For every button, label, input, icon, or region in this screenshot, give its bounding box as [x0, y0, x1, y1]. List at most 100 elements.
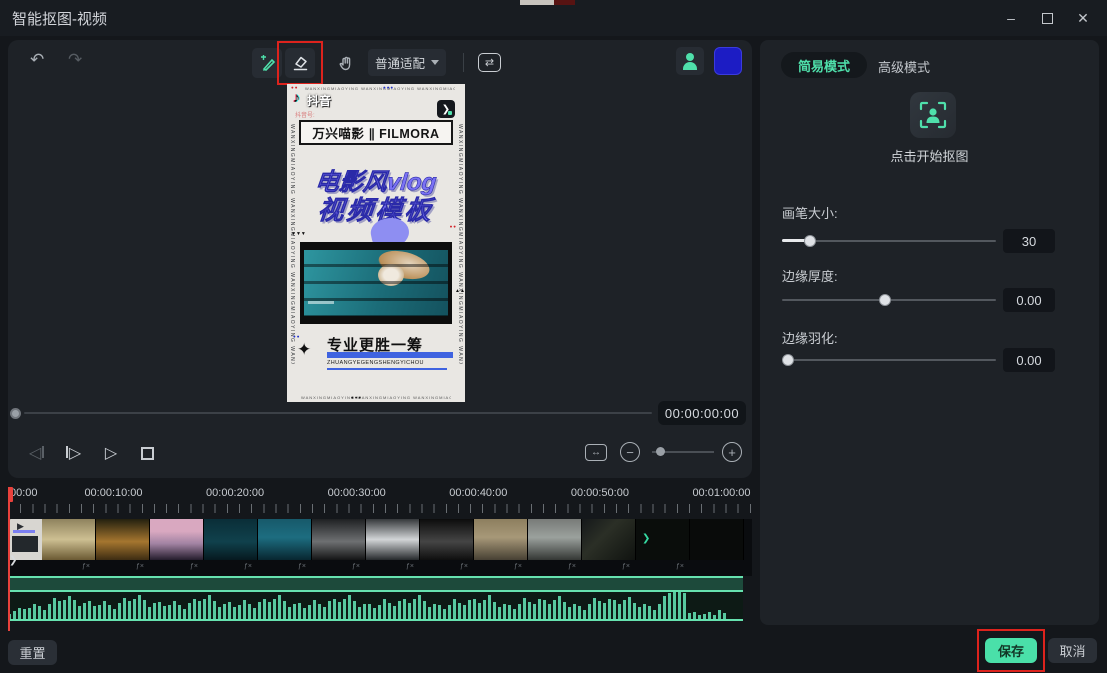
undo-icon[interactable]: ↶ [30, 50, 44, 70]
preview-panel: ↶ ↷ 普通适配 ⇄ WANXINGMIAOYING WANXINGMIAOYI… [8, 40, 752, 478]
next-frame-icon: ▷ [65, 443, 81, 463]
video-preview-canvas[interactable]: WANXINGMIAOYING WANXINGMIAOYING WANXINGM… [287, 84, 465, 402]
slogan-underline-thin [327, 368, 447, 370]
arrow-marks: ▼▼▼ [291, 231, 306, 237]
ruler-label: 00:00:30:00 [327, 487, 386, 499]
poster-video-frame [300, 242, 452, 324]
next-frame-button[interactable]: ▷ [60, 440, 86, 466]
maximize-button[interactable] [1035, 6, 1059, 30]
brush-size-slider[interactable] [782, 235, 996, 247]
background-window-artifact [520, 0, 554, 5]
tiktok-brand: 抖音 [307, 94, 332, 108]
edge-feather-value[interactable]: 0.00 [1003, 348, 1055, 372]
slider-handle[interactable] [782, 354, 794, 366]
previous-frame-button[interactable]: ◁ [24, 440, 50, 466]
fit-mode-label: 普通适配 [374, 57, 425, 71]
audio-waveform[interactable] [8, 592, 743, 621]
seek-handle[interactable] [10, 408, 21, 419]
poster-side-text-right: WANXINGMIAOYING WANXINGMIAOYING WANXINGM… [457, 124, 463, 364]
edge-thickness-slider[interactable] [782, 294, 996, 306]
fit-mode-dropdown[interactable]: 普通适配 [368, 49, 446, 76]
clip-thumbnail[interactable] [366, 519, 420, 560]
video-track[interactable]: ▶ ❯ ƒ× ƒ× ƒ× ƒ× ƒ× ƒ× ƒ× ƒ× ƒ× ƒ× ƒ× ƒ× ❯ [8, 519, 752, 576]
ruler-label: 00:00:20:00 [206, 487, 265, 499]
star-icon: ✦ [297, 340, 312, 359]
transition-marker: ƒ× [514, 563, 522, 570]
playhead[interactable] [8, 487, 10, 631]
tab-simple-mode[interactable]: 简易模式 [781, 52, 868, 78]
fit-icon: ↔ [591, 447, 601, 458]
start-cutout-label: 点击开始抠图 [890, 149, 969, 164]
window-title: 智能抠图-视频 [12, 11, 107, 28]
transition-marker: ƒ× [352, 563, 360, 570]
edge-thickness-label: 边缘厚度: [782, 269, 838, 284]
save-button[interactable]: 保存 [985, 638, 1037, 663]
slider-handle[interactable] [879, 294, 891, 306]
clip-thumbnail-poster[interactable]: ▶ [8, 519, 42, 560]
compare-button[interactable]: ⇄ [476, 49, 503, 76]
eraser-icon [293, 56, 308, 71]
clip-thumbnail[interactable] [312, 519, 366, 560]
tab-advanced-mode[interactable]: 高级模式 [878, 57, 930, 76]
zoom-slider-handle[interactable] [656, 447, 665, 456]
eraser-button[interactable] [285, 48, 315, 78]
clip-thumbnail[interactable] [204, 519, 258, 560]
hand-pan-button[interactable] [330, 48, 360, 78]
edge-feather-slider[interactable] [782, 354, 996, 366]
redo-icon[interactable]: ↷ [68, 50, 82, 70]
tiktok-note-icon: ♪ [293, 89, 300, 105]
transition-marker: ƒ× [190, 563, 198, 570]
background-color-swatch[interactable] [714, 47, 742, 75]
close-icon: ✕ [1077, 9, 1089, 26]
clip-thumbnail[interactable] [474, 519, 528, 560]
clip-thumbnail[interactable] [150, 519, 204, 560]
dot-decoration: ●● [449, 224, 457, 229]
clip-thumbnail[interactable]: ❯ [636, 519, 690, 560]
poster-slogan-pinyin: ZHUANGYEGENGSHENGYICHOU [327, 360, 424, 366]
brush-size-label: 画笔大小: [782, 206, 838, 221]
dot-decoration: ●● [293, 334, 301, 339]
arrow-marks: ▲▲▲ [455, 288, 465, 294]
tiktok-handle: 抖音号: [295, 113, 315, 119]
slider-handle[interactable] [804, 235, 816, 247]
poster-side-text-left: WANXINGMIAOYING WANXINGMIAOYING WANXINGM… [289, 124, 295, 364]
hand-icon [339, 56, 350, 70]
dot-decoration: ●●● [351, 395, 363, 400]
brush-size-value[interactable]: 30 [1003, 229, 1055, 253]
ruler-label: 00:00 [10, 487, 38, 499]
clip-thumbnail[interactable] [528, 519, 582, 560]
clip-thumbnail[interactable] [42, 519, 96, 560]
clip-thumbnail[interactable] [258, 519, 312, 560]
clip-thumbnail[interactable] [582, 519, 636, 560]
fit-to-window-button[interactable]: ↔ [585, 444, 607, 461]
close-button[interactable]: ✕ [1071, 6, 1095, 30]
edge-feather-label: 边缘羽化: [782, 331, 838, 346]
reset-button[interactable]: 重置 [8, 640, 57, 665]
cancel-button[interactable]: 取消 [1048, 638, 1097, 663]
ruler-label: 00:01:00:00 [692, 487, 751, 499]
clip-thumbnail[interactable] [690, 519, 744, 560]
clip-thumbnail[interactable] [96, 519, 150, 560]
edge-thickness-value[interactable]: 0.00 [1003, 288, 1055, 312]
playhead-handle[interactable] [8, 487, 13, 502]
transition-marker: ƒ× [622, 563, 630, 570]
zoom-out-button[interactable]: − [620, 442, 640, 462]
portrait-preview-button[interactable] [676, 47, 704, 75]
clip-thumbnail[interactable] [420, 519, 474, 560]
stop-button[interactable] [134, 440, 160, 466]
audio-clip-header[interactable] [8, 576, 743, 592]
track-expand-chevron[interactable]: ❯ [9, 555, 17, 566]
maximize-icon [1041, 12, 1053, 24]
minimize-button[interactable]: – [999, 6, 1023, 30]
zoom-in-button[interactable]: + [722, 442, 742, 462]
previous-frame-icon: ◁ [29, 443, 45, 463]
filmora-logo: ❯ [437, 100, 455, 118]
start-cutout-button[interactable] [910, 92, 956, 138]
timeline-ruler[interactable]: 00:00 00:00:10:00 00:00:20:00 00:00:30:00 00… [8, 487, 752, 517]
timecode-display: 00:00:00:00 [658, 401, 746, 425]
video-track-clips: ❯ [42, 519, 744, 560]
play-button[interactable]: ▷ [98, 440, 124, 466]
seek-track[interactable] [24, 412, 652, 414]
transition-marker: ƒ× [244, 563, 252, 570]
settings-panel: 简易模式 高级模式 点击开始抠图 画笔大小: 30 边缘厚度: 0.00 边缘羽… [760, 40, 1099, 625]
